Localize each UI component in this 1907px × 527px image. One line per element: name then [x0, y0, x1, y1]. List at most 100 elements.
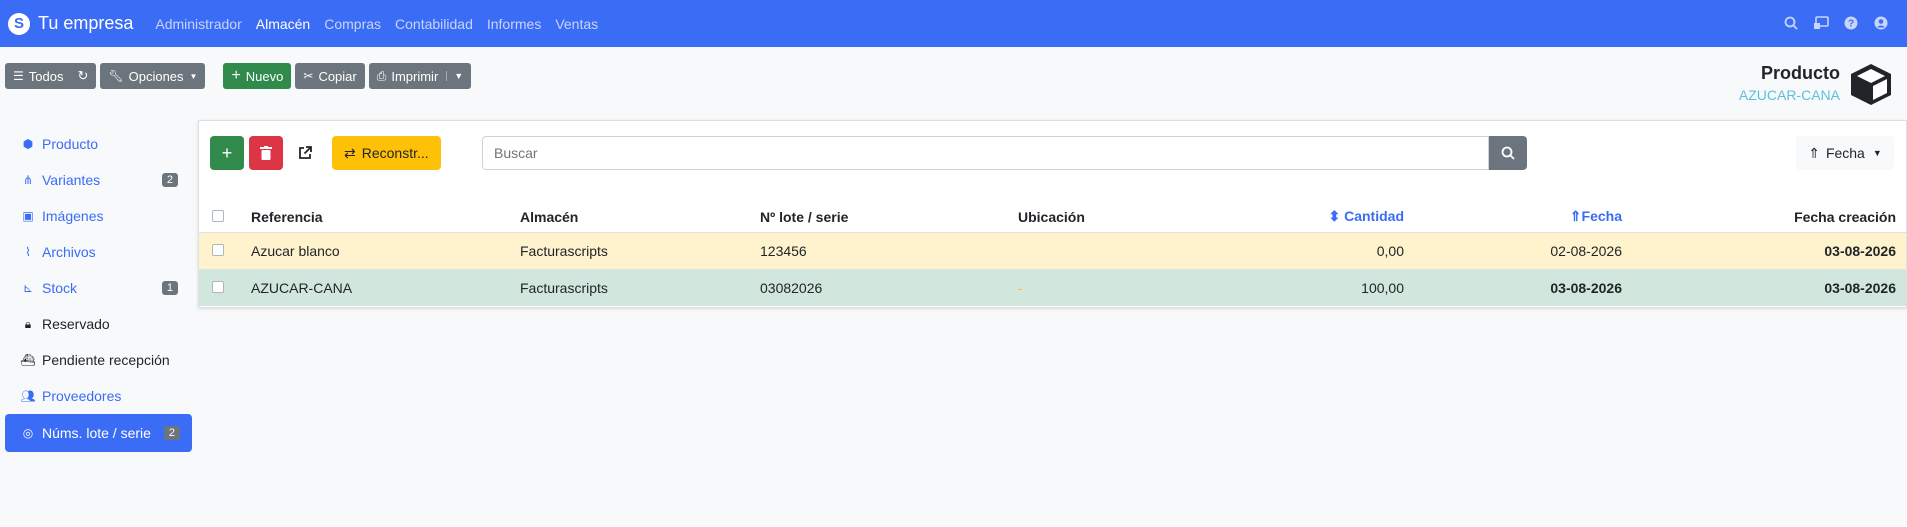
cell-cantidad: 100,00 — [1218, 268, 1414, 306]
cell-referencia: Azucar blanco — [251, 231, 520, 269]
opciones-button[interactable]: 🔧︎ Opciones ▼ — [100, 63, 206, 89]
cell-fecha: 03-08-2026 — [1414, 268, 1632, 306]
cell-lote: 03082026 — [760, 268, 1018, 306]
lotes-table: Referencia Almacén Nº lote / serie Ubica… — [199, 194, 1906, 306]
sort-up-icon: ⇑ — [1808, 144, 1820, 161]
col-ubicacion[interactable]: Ubicación — [1018, 194, 1218, 232]
sidebar-item-archivos[interactable]: ⌇ Archivos — [5, 234, 192, 270]
list-icon: ☰ — [13, 69, 24, 83]
sidebar-item-lotes-serie[interactable]: ◎ Núms. lote / serie 2 — [5, 414, 192, 452]
ship-icon: ⛴ — [20, 353, 36, 367]
brand-logo-icon: S — [8, 12, 30, 35]
count-badge: 2 — [163, 426, 180, 440]
sidebar-item-label: Archivos — [42, 244, 96, 260]
sidebar-item-pendiente-recepcion[interactable]: ⛴ Pendiente recepción — [5, 342, 192, 378]
lotes-panel: + ⇄ Reconstr... ⇑ Fecha ▼ Referencia Alm… — [198, 120, 1907, 308]
table-row[interactable]: Azucar blanco Facturascripts 123456 0,00… — [199, 231, 1906, 269]
plus-icon: + — [231, 67, 241, 84]
col-almacen[interactable]: Almacén — [520, 194, 760, 232]
copiar-button[interactable]: ✂ Copiar — [295, 63, 365, 89]
cast-icon[interactable] — [1811, 13, 1831, 33]
search-icon — [1501, 146, 1515, 160]
menu-item-contabilidad[interactable]: Contabilidad — [395, 16, 473, 32]
chevron-down-icon: ▼ — [1872, 148, 1882, 158]
images-icon: ▣ — [22, 209, 34, 223]
nuevo-button[interactable]: + Nuevo — [223, 63, 292, 89]
select-all-checkbox[interactable] — [212, 209, 224, 222]
sidebar-item-label: Núms. lote / serie — [42, 425, 151, 441]
todos-button[interactable]: ☰ Todos ↻ — [5, 63, 97, 89]
product-code: AZUCAR-CANA — [1738, 87, 1840, 103]
trash-icon — [260, 146, 272, 160]
sidebar-item-proveedores[interactable]: 👥︎ Proveedores — [5, 378, 192, 414]
paperclip-icon: ⌇ — [25, 245, 31, 259]
cell-almacen: Facturascripts — [520, 268, 760, 306]
menu-item-compras[interactable]: Compras — [324, 16, 381, 32]
user-icon[interactable] — [1871, 13, 1891, 33]
refresh-icon[interactable]: ↻ — [77, 68, 88, 84]
cell-fecha-creacion: 03-08-2026 — [1632, 268, 1906, 306]
cell-ubicacion: - — [1018, 268, 1218, 306]
imprimir-button[interactable]: ⎙ Imprimir ▼ — [368, 63, 472, 89]
panel-toolbar: + ⇄ Reconstr... — [210, 136, 441, 170]
cell-referencia: AZUCAR-CANA — [251, 268, 520, 306]
cell-cantidad: 0,00 — [1218, 231, 1414, 269]
open-external-button[interactable] — [288, 136, 322, 170]
count-badge: 1 — [161, 281, 178, 295]
dolly-icon: ⊾ — [22, 281, 34, 295]
row-checkbox[interactable] — [212, 280, 224, 293]
box-icon — [1851, 64, 1891, 105]
menu-item-ventas[interactable]: Ventas — [555, 16, 598, 32]
sidebar-item-variantes[interactable]: ⋔ Variantes 2 — [5, 162, 192, 198]
scissors-icon: ✂ — [303, 69, 314, 83]
lock-icon: 🔒︎ — [24, 316, 32, 331]
chevron-down-icon[interactable]: ▼ — [446, 71, 463, 81]
sidebar-item-imagenes[interactable]: ▣ Imágenes — [5, 198, 192, 234]
sidebar-item-label: Variantes — [42, 172, 101, 188]
col-fecha-label: Fecha — [1581, 208, 1622, 225]
fingerprint-icon: ◎ — [22, 426, 34, 440]
nuevo-label: Nuevo — [245, 68, 284, 84]
col-fecha-creacion[interactable]: Fecha creación — [1632, 194, 1906, 232]
plus-icon: + — [221, 142, 233, 163]
users-icon: 👥︎ — [20, 389, 36, 403]
cube-icon: ⬢ — [22, 137, 34, 151]
sidebar-item-label: Imágenes — [42, 208, 104, 224]
sidebar-item-stock[interactable]: ⊾ Stock 1 — [5, 270, 192, 306]
print-icon: ⎙ — [376, 68, 387, 83]
rebuild-button[interactable]: ⇄ Reconstr... — [332, 136, 441, 170]
brand[interactable]: S Tu empresa — [8, 12, 133, 35]
chevron-down-icon: ▼ — [189, 71, 198, 81]
search-button[interactable] — [1489, 136, 1527, 170]
sort-dropdown[interactable]: ⇑ Fecha ▼ — [1796, 136, 1894, 170]
external-link-icon — [299, 146, 312, 159]
col-fecha[interactable]: ⇑Fecha — [1414, 194, 1632, 232]
opciones-label: Opciones — [128, 68, 184, 84]
sitemap-icon: ⋔ — [22, 173, 34, 187]
search-input[interactable] — [482, 136, 1489, 170]
count-badge: 2 — [161, 173, 178, 187]
menu-item-almacen[interactable]: Almacén — [256, 16, 310, 32]
row-checkbox[interactable] — [212, 243, 224, 256]
col-cantidad[interactable]: ⬍ Cantidad — [1218, 194, 1414, 232]
search-icon[interactable] — [1781, 13, 1801, 33]
table-row[interactable]: AZUCAR-CANA Facturascripts 03082026 - 10… — [199, 268, 1906, 306]
sort-up-icon: ⇑ — [1569, 208, 1582, 225]
help-icon[interactable]: ? — [1841, 13, 1861, 33]
main-menu: Administrador Almacén Compras Contabilid… — [155, 16, 612, 32]
delete-button[interactable] — [249, 136, 283, 170]
rebuild-label: Reconstr... — [361, 145, 429, 161]
product-header: Producto AZUCAR-CANA — [1739, 63, 1840, 103]
sidebar-item-reservado[interactable]: 🔒︎ Reservado — [5, 306, 192, 342]
add-button[interactable]: + — [210, 136, 244, 170]
menu-item-administrador[interactable]: Administrador — [155, 16, 241, 32]
sort-icon: ⬍ — [1328, 208, 1341, 225]
col-referencia[interactable]: Referencia — [251, 194, 520, 232]
menu-item-informes[interactable]: Informes — [487, 16, 541, 32]
col-lote[interactable]: Nº lote / serie — [760, 194, 1018, 232]
sidebar-item-label: Pendiente recepción — [42, 352, 170, 368]
sidebar-item-producto[interactable]: ⬢ Producto — [5, 126, 192, 162]
cell-fecha-creacion: 03-08-2026 — [1632, 231, 1906, 269]
top-navbar: S Tu empresa Administrador Almacén Compr… — [0, 0, 1907, 47]
sidebar-item-label: Producto — [42, 136, 99, 152]
